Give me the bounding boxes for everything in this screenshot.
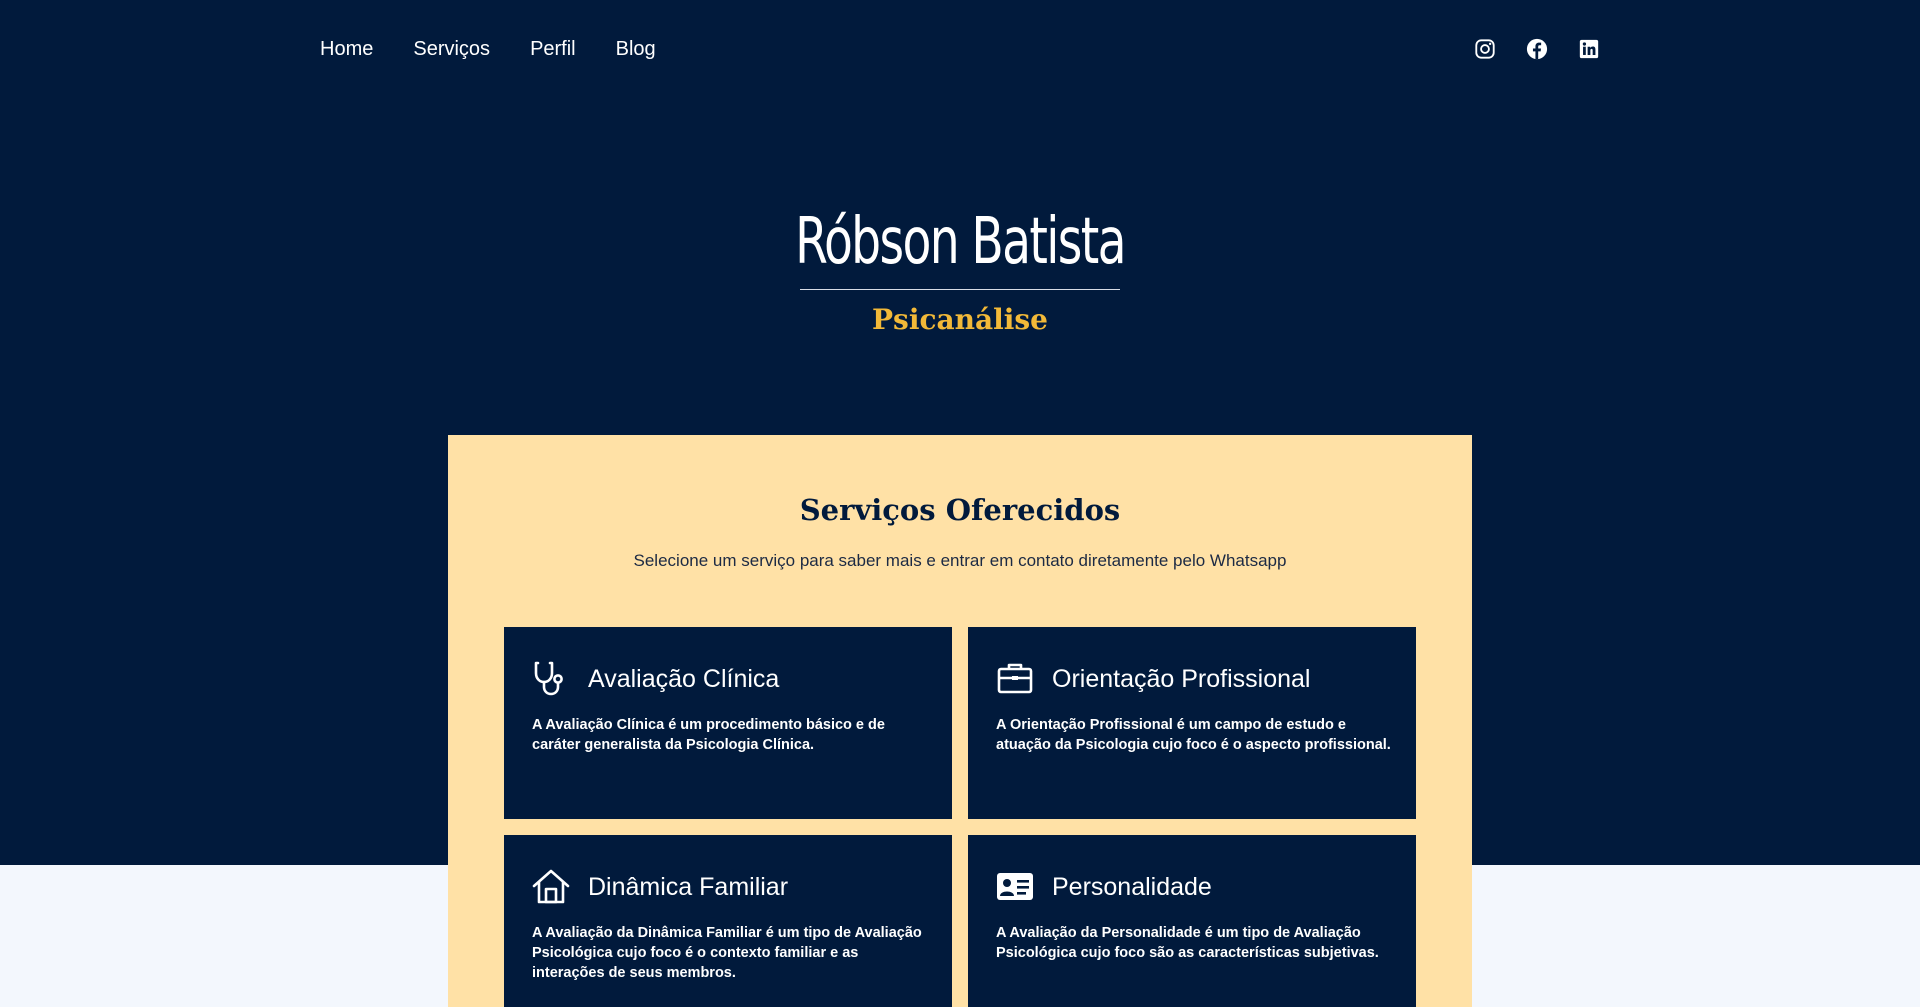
service-card-personalidade[interactable]: Personalidade A Avaliação da Personalida… <box>968 835 1416 1007</box>
nav-servicos[interactable]: Serviços <box>413 36 490 62</box>
hero-subtitle: Psicanálise <box>872 303 1048 336</box>
facebook-icon[interactable] <box>1526 38 1548 60</box>
services-panel: Serviços Oferecidos Selecione um serviço… <box>448 435 1472 1007</box>
service-card-description: A Avaliação Clínica é um procedimento bá… <box>532 717 885 753</box>
service-card-title: Dinâmica Familiar <box>588 873 789 901</box>
service-card-description: A Orientação Profissional é um campo de … <box>996 717 1391 753</box>
id-card-icon <box>997 873 1033 900</box>
nav-home[interactable]: Home <box>320 36 373 62</box>
linkedin-icon[interactable] <box>1578 38 1600 60</box>
hero-name: Róbson Batista <box>795 205 1126 279</box>
stethoscope-icon <box>534 661 563 696</box>
briefcase-icon <box>997 663 1033 694</box>
instagram-icon[interactable] <box>1474 38 1496 60</box>
services-subtitle: Selecione um serviço para saber mais e e… <box>633 551 1287 570</box>
service-card-title: Orientação Profissional <box>1052 665 1311 693</box>
nav-blog[interactable]: Blog <box>616 36 656 62</box>
service-card-avaliacao-clinica[interactable]: Avaliação Clínica A Avaliação Clínica é … <box>504 627 952 819</box>
hero-divider <box>800 289 1120 290</box>
services-title: Serviços Oferecidos <box>799 493 1121 527</box>
service-card-description: A Avaliação da Personalidade é um tipo d… <box>996 925 1379 961</box>
nav-perfil[interactable]: Perfil <box>530 36 576 62</box>
main-nav: Home Serviços Perfil Blog <box>320 36 656 62</box>
service-card-orientacao-profissional[interactable]: Orientação Profissional A Orientação Pro… <box>968 627 1416 819</box>
social-links <box>1474 38 1600 60</box>
service-card-title: Personalidade <box>1052 873 1212 901</box>
house-icon <box>532 869 570 904</box>
service-card-description: A Avaliação da Dinâmica Familiar é um ti… <box>532 925 922 981</box>
service-card-title: Avaliação Clínica <box>588 665 780 693</box>
service-card-dinamica-familiar[interactable]: Dinâmica Familiar A Avaliação da Dinâmic… <box>504 835 952 1007</box>
